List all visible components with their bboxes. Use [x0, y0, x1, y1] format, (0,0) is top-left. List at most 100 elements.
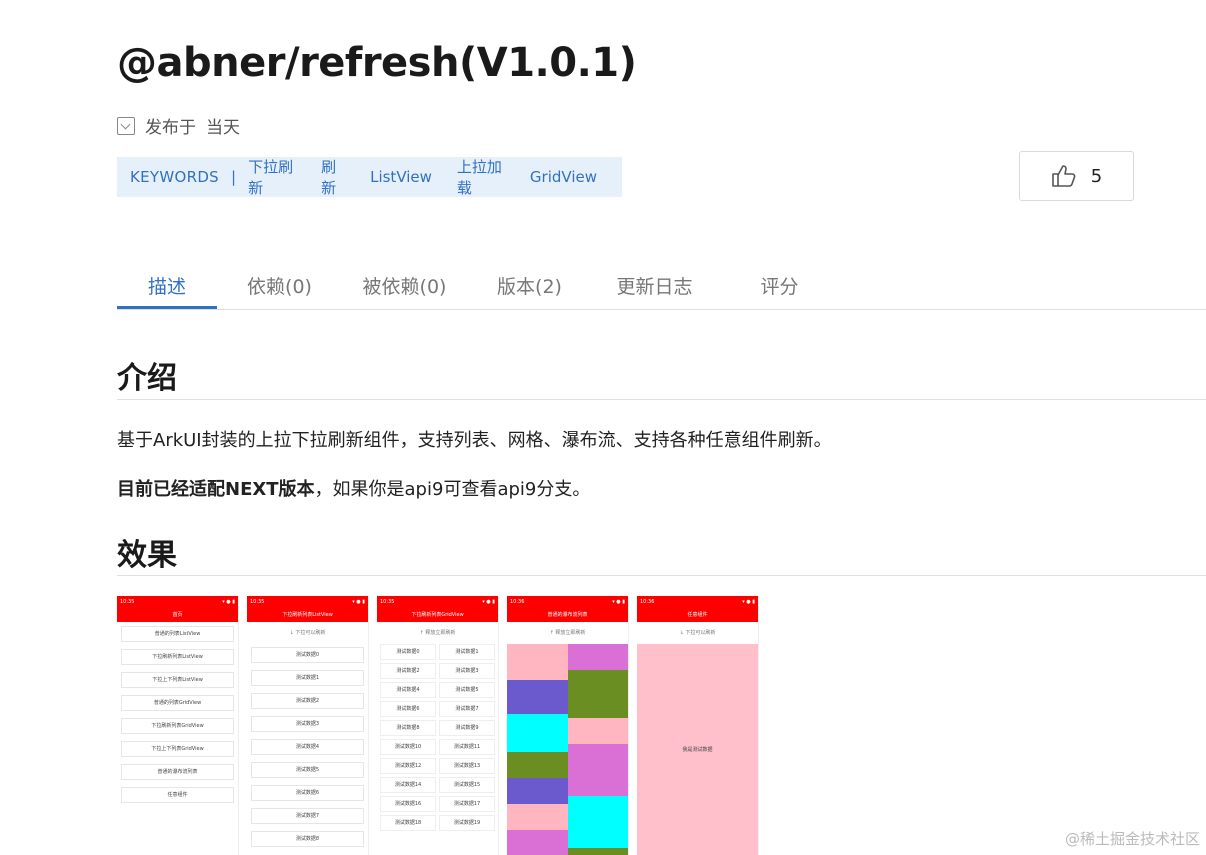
grid-cell: 测试数据7 — [439, 701, 495, 717]
waterfall — [507, 644, 628, 855]
waterfall-block — [567, 796, 628, 848]
tab-dependents[interactable]: 被依赖(0) — [342, 266, 467, 309]
thumbs-up-icon — [1051, 165, 1076, 187]
keyword-tag[interactable]: 下拉刷新 — [248, 156, 296, 198]
tab-versions[interactable]: 版本(2) — [467, 266, 592, 309]
pull-text: 下拉可以刷新 — [685, 630, 716, 636]
divider — [117, 575, 1206, 576]
waterfall-block — [507, 778, 568, 804]
list-item: 测试数据3 — [251, 716, 364, 732]
keyword-tag[interactable]: GridView — [530, 168, 597, 186]
grid-cell: 测试数据14 — [380, 777, 436, 793]
waterfall-block — [567, 644, 628, 670]
pull-hint: ↓ 下拉可以刷新 — [289, 630, 326, 636]
list-item: 下拉上下列表ListView — [121, 672, 234, 688]
list-item: 测试数据4 — [251, 739, 364, 755]
grid-cell: 测试数据0 — [380, 644, 436, 660]
grid-cell: 测试数据6 — [380, 701, 436, 717]
pull-hint: ↓ 下拉可以刷新 — [679, 630, 716, 636]
demo-phone-gridview: 10:35 ▾ ● ▮ 下拉刷新列表GridView ↑ 释放立即刷新 测试数据0 … — [377, 596, 499, 855]
status-time: 10:35 — [250, 599, 265, 605]
published-when: 当天 — [206, 118, 240, 138]
next-note: 目前已经适配NEXT版本，如果你是api9可查看api9分支。 — [117, 475, 590, 501]
publish-info: 发布于 当天 — [117, 113, 240, 138]
pull-text: 释放立即刷新 — [425, 630, 456, 636]
pull-hint: ↑ 释放立即刷新 — [419, 630, 456, 636]
waterfall-block — [507, 680, 568, 714]
like-count: 5 — [1090, 165, 1103, 187]
grid-cell: 测试数据4 — [380, 682, 436, 698]
waterfall-block — [567, 718, 628, 744]
next-note-bold: 目前已经适配NEXT版本 — [117, 479, 315, 500]
keyword-tag[interactable]: 刷新 — [321, 156, 345, 198]
keywords-bar: KEYWORDS | 下拉刷新 刷新 ListView 上拉加载 GridVie… — [117, 157, 622, 197]
screen-title: 下拉刷新列表GridView — [411, 612, 464, 618]
list-item: 测试数据6 — [251, 785, 364, 801]
list-item: 下拉刷新列表ListView — [121, 649, 234, 665]
like-button[interactable]: 5 — [1019, 151, 1134, 201]
status-time: 10:35 — [120, 599, 135, 605]
waterfall-block — [507, 644, 568, 680]
publish-icon — [117, 116, 135, 135]
keywords-label: KEYWORDS — [130, 168, 220, 186]
effect-heading: 效果 — [117, 538, 177, 573]
status-time: 10:35 — [380, 599, 395, 605]
grid-cell: 测试数据11 — [439, 739, 495, 755]
any-component-block: 我是测试数据 — [637, 644, 758, 855]
pull-hint: ↑ 释放立即刷新 — [549, 630, 586, 636]
demo-phone-listview: 10:35 ▾ ● ▮ 下拉刷新列表ListView ↓ 下拉可以刷新 测试数据0 … — [247, 596, 369, 855]
keyword-tag[interactable]: 上拉加载 — [457, 156, 505, 198]
list-item: 测试数据5 — [251, 762, 364, 778]
pull-text: 释放立即刷新 — [555, 630, 586, 636]
waterfall-block — [507, 714, 568, 752]
footer-watermark: @稀土掘金技术社区 — [1064, 830, 1200, 848]
grid-cell: 测试数据9 — [439, 720, 495, 736]
screen-title: 下拉刷新列表ListView — [282, 612, 333, 618]
tab-description[interactable]: 描述 — [117, 266, 217, 309]
grid-cell: 测试数据13 — [439, 758, 495, 774]
tab-dependencies[interactable]: 依赖(0) — [217, 266, 342, 309]
screen-title: 任意组件 — [687, 612, 708, 618]
keyword-tag[interactable]: ListView — [370, 168, 432, 186]
list-item: 普通的列表ListView — [121, 626, 234, 642]
list-item: 普通的列表GridView — [121, 695, 234, 711]
grid-cell: 测试数据1 — [439, 644, 495, 660]
screen-title: 首页 — [172, 612, 183, 618]
intro-text: 基于ArkUI封装的上拉下拉刷新组件，支持列表、网格、瀑布流、支持各种任意组件刷… — [117, 430, 832, 451]
grid: 测试数据0 测试数据1 测试数据2 测试数据3 测试数据4 测试数据5 测试数据… — [377, 644, 498, 831]
demo-phone-home: 10:35 ▾ ● ▮ 首页 普通的列表ListView 下拉刷新列表ListVie… — [117, 596, 239, 855]
status-time: 10:36 — [640, 599, 655, 605]
list-item: 测试数据1 — [251, 670, 364, 686]
grid-cell: 测试数据17 — [439, 796, 495, 812]
waterfall-block — [567, 744, 628, 796]
grid-cell: 测试数据5 — [439, 682, 495, 698]
status-time: 10:36 — [510, 599, 525, 605]
waterfall-block — [567, 848, 628, 855]
list-item: 下拉刷新列表GridView — [121, 718, 234, 734]
waterfall-block — [507, 830, 568, 855]
tab-rating[interactable]: 评分 — [717, 266, 842, 309]
waterfall-block — [507, 752, 568, 778]
grid-cell: 测试数据8 — [380, 720, 436, 736]
screen-title: 普通的瀑布流列表 — [547, 612, 588, 618]
grid-cell: 测试数据2 — [380, 663, 436, 679]
list-item: 下拉上下列表GridView — [121, 741, 234, 757]
tab-bar: 描述 依赖(0) 被依赖(0) 版本(2) 更新日志 评分 — [117, 266, 1206, 310]
grid-cell: 测试数据15 — [439, 777, 495, 793]
demo-phone-waterfall: 10:36 ▾ ● ▮ 普通的瀑布流列表 ↑ 释放立即刷新 — [507, 596, 629, 855]
published-prefix: 发布于 — [145, 118, 196, 138]
next-note-rest: ，如果你是api9可查看api9分支。 — [314, 479, 591, 500]
waterfall-block — [567, 670, 628, 718]
list-item: 测试数据8 — [251, 831, 364, 847]
waterfall-block — [507, 804, 568, 830]
list-item: 任意组件 — [121, 787, 234, 803]
package-title: @abner/refresh(V1.0.1) — [117, 40, 637, 86]
divider — [117, 399, 1206, 400]
list-item: 测试数据0 — [251, 647, 364, 663]
grid-cell: 测试数据12 — [380, 758, 436, 774]
pull-text: 下拉可以刷新 — [295, 630, 326, 636]
demo-screenshots: 10:35 ▾ ● ▮ 首页 普通的列表ListView 下拉刷新列表ListVie… — [117, 596, 759, 855]
grid-cell: 测试数据3 — [439, 663, 495, 679]
tab-changelog[interactable]: 更新日志 — [592, 266, 717, 309]
grid-cell: 测试数据16 — [380, 796, 436, 812]
